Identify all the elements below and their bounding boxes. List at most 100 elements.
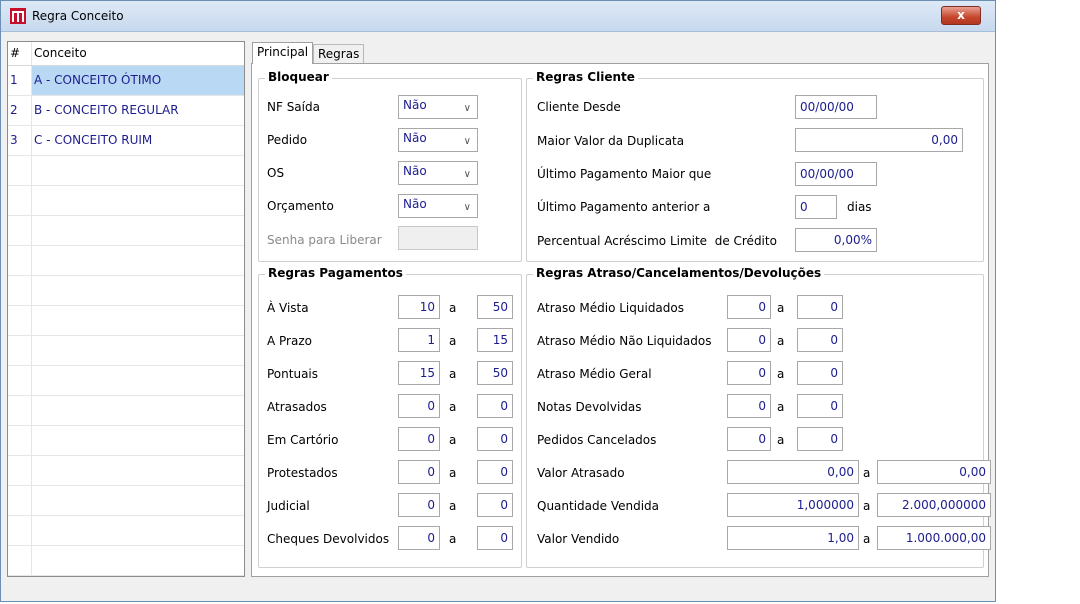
tab-page-principal: Bloquear NF Saída Não ∨ Pedido Não ∨ OS … bbox=[251, 63, 991, 577]
range-separator: a bbox=[449, 499, 457, 513]
pagamento-label: Atrasados bbox=[267, 400, 327, 414]
ult-pag-maior-input[interactable]: 00/00/00 bbox=[795, 162, 877, 186]
pagamento-to-input[interactable]: 15 bbox=[477, 328, 513, 352]
grid-cell-conceito: C - CONCEITO RUIM bbox=[34, 133, 153, 147]
atraso-from-input[interactable]: 0 bbox=[727, 328, 771, 352]
percentual-input[interactable]: 0,00% bbox=[795, 228, 877, 252]
pagamento-from-input[interactable]: 1 bbox=[398, 328, 440, 352]
pagamento-to-input[interactable]: 0 bbox=[477, 394, 513, 418]
grid-header: # Conceito bbox=[8, 42, 244, 66]
pagamento-label: À Vista bbox=[267, 301, 309, 315]
range-separator: a bbox=[777, 367, 785, 381]
atraso-from-input[interactable]: 0 bbox=[727, 361, 771, 385]
grid-empty-row bbox=[8, 366, 244, 396]
atraso-to-input[interactable]: 2.000,000000 bbox=[877, 493, 991, 517]
atraso-from-input[interactable]: 0,00 bbox=[727, 460, 859, 484]
cliente-desde-input[interactable]: 00/00/00 bbox=[795, 95, 877, 119]
tab-principal[interactable]: Principal bbox=[252, 42, 314, 64]
senha-label: Senha para Liberar bbox=[267, 233, 382, 247]
pagamento-label: Cheques Devolvidos bbox=[267, 532, 390, 546]
atraso-to-input[interactable]: 0,00 bbox=[877, 460, 991, 484]
pagamento-from-input[interactable]: 0 bbox=[398, 526, 440, 550]
atraso-from-input[interactable]: 1,000000 bbox=[727, 493, 859, 517]
atraso-to-input[interactable]: 0 bbox=[797, 394, 843, 418]
atraso-to-input[interactable]: 0 bbox=[797, 427, 843, 451]
pagamento-label: Pontuais bbox=[267, 367, 319, 381]
pagamento-from-input[interactable]: 15 bbox=[398, 361, 440, 385]
tab-regras[interactable]: Regras bbox=[313, 44, 365, 64]
maior-valor-input[interactable]: 0,00 bbox=[795, 128, 963, 152]
grid-row[interactable]: 3 C - CONCEITO RUIM bbox=[8, 126, 244, 156]
regras-atraso-title: Regras Atraso/Cancelamentos/Devoluções bbox=[533, 266, 825, 280]
grid-empty-row bbox=[8, 336, 244, 366]
nf-saida-label: NF Saída bbox=[267, 100, 320, 114]
grid-cell-num: 2 bbox=[8, 96, 32, 125]
pagamento-from-input[interactable]: 10 bbox=[398, 295, 440, 319]
ult-pag-anterior-input[interactable]: 0 bbox=[795, 195, 837, 219]
atraso-from-input[interactable]: 0 bbox=[727, 394, 771, 418]
atraso-from-input[interactable]: 1,00 bbox=[727, 526, 859, 550]
atraso-to-input[interactable]: 0 bbox=[797, 328, 843, 352]
atraso-label: Pedidos Cancelados bbox=[537, 433, 657, 447]
pagamento-from-input[interactable]: 0 bbox=[398, 493, 440, 517]
grid-empty-row bbox=[8, 276, 244, 306]
percentual-label: Percentual Acréscimo Limite de Crédito bbox=[537, 234, 777, 248]
os-select[interactable]: Não ∨ bbox=[398, 161, 478, 185]
window-title: Regra Conceito bbox=[32, 9, 124, 23]
atraso-label: Atraso Médio Não Liquidados bbox=[537, 334, 712, 348]
range-separator: a bbox=[777, 433, 785, 447]
ult-pag-maior-label: Último Pagamento Maior que bbox=[537, 167, 712, 181]
range-separator: a bbox=[449, 400, 457, 414]
grid-row[interactable]: 2 B - CONCEITO REGULAR bbox=[8, 96, 244, 126]
range-separator: a bbox=[863, 499, 871, 513]
pagamento-to-input[interactable]: 50 bbox=[477, 295, 513, 319]
range-separator: a bbox=[777, 301, 785, 315]
pagamento-to-input[interactable]: 50 bbox=[477, 361, 513, 385]
senha-input[interactable] bbox=[398, 226, 478, 250]
atraso-from-input[interactable]: 0 bbox=[727, 427, 771, 451]
range-separator: a bbox=[777, 334, 785, 348]
pagamento-label: A Prazo bbox=[267, 334, 312, 348]
atraso-from-input[interactable]: 0 bbox=[727, 295, 771, 319]
grid-empty-row bbox=[8, 516, 244, 546]
pagamento-from-input[interactable]: 0 bbox=[398, 394, 440, 418]
grid-cell-conceito: B - CONCEITO REGULAR bbox=[34, 103, 179, 117]
pedido-select[interactable]: Não ∨ bbox=[398, 128, 478, 152]
pagamento-to-input[interactable]: 0 bbox=[477, 526, 513, 550]
range-separator: a bbox=[449, 301, 457, 315]
atraso-to-input[interactable]: 0 bbox=[797, 295, 843, 319]
grid-empty-row bbox=[8, 306, 244, 336]
atraso-label: Atraso Médio Liquidados bbox=[537, 301, 684, 315]
atraso-label: Quantidade Vendida bbox=[537, 499, 660, 513]
range-separator: a bbox=[863, 532, 871, 546]
pagamento-to-input[interactable]: 0 bbox=[477, 427, 513, 451]
atraso-to-input[interactable]: 0 bbox=[797, 361, 843, 385]
chevron-down-icon: ∨ bbox=[463, 169, 471, 180]
pagamento-to-input[interactable]: 0 bbox=[477, 460, 513, 484]
dias-label: dias bbox=[847, 200, 872, 214]
atraso-to-input[interactable]: 1.000.000,00 bbox=[877, 526, 991, 550]
regras-pagamentos-title: Regras Pagamentos bbox=[265, 266, 406, 280]
pagamento-from-input[interactable]: 0 bbox=[398, 460, 440, 484]
close-button[interactable]: x bbox=[941, 6, 981, 25]
grid-empty-row bbox=[8, 216, 244, 246]
pedido-label: Pedido bbox=[267, 133, 308, 147]
orcamento-label: Orçamento bbox=[267, 199, 334, 213]
atraso-label: Valor Atrasado bbox=[537, 466, 625, 480]
bloquear-group: Bloquear NF Saída Não ∨ Pedido Não ∨ OS … bbox=[258, 70, 522, 262]
grid-empty-row bbox=[8, 396, 244, 426]
chevron-down-icon: ∨ bbox=[463, 136, 471, 147]
conceito-grid[interactable]: # Conceito 1 A - CONCEITO ÓTIMO 2 B - CO… bbox=[7, 41, 245, 577]
grid-empty-row bbox=[8, 426, 244, 456]
grid-row[interactable]: 1 A - CONCEITO ÓTIMO bbox=[8, 66, 244, 96]
pagamento-to-input[interactable]: 0 bbox=[477, 493, 513, 517]
grid-header-conceito: Conceito bbox=[34, 46, 87, 60]
nf-saida-select[interactable]: Não ∨ bbox=[398, 95, 478, 119]
maior-valor-label: Maior Valor da Duplicata bbox=[537, 134, 685, 148]
pagamento-label: Protestados bbox=[267, 466, 338, 480]
grid-empty-row bbox=[8, 546, 244, 576]
grid-empty-row bbox=[8, 246, 244, 276]
grid-header-num: # bbox=[8, 42, 32, 65]
pagamento-from-input[interactable]: 0 bbox=[398, 427, 440, 451]
orcamento-select[interactable]: Não ∨ bbox=[398, 194, 478, 218]
